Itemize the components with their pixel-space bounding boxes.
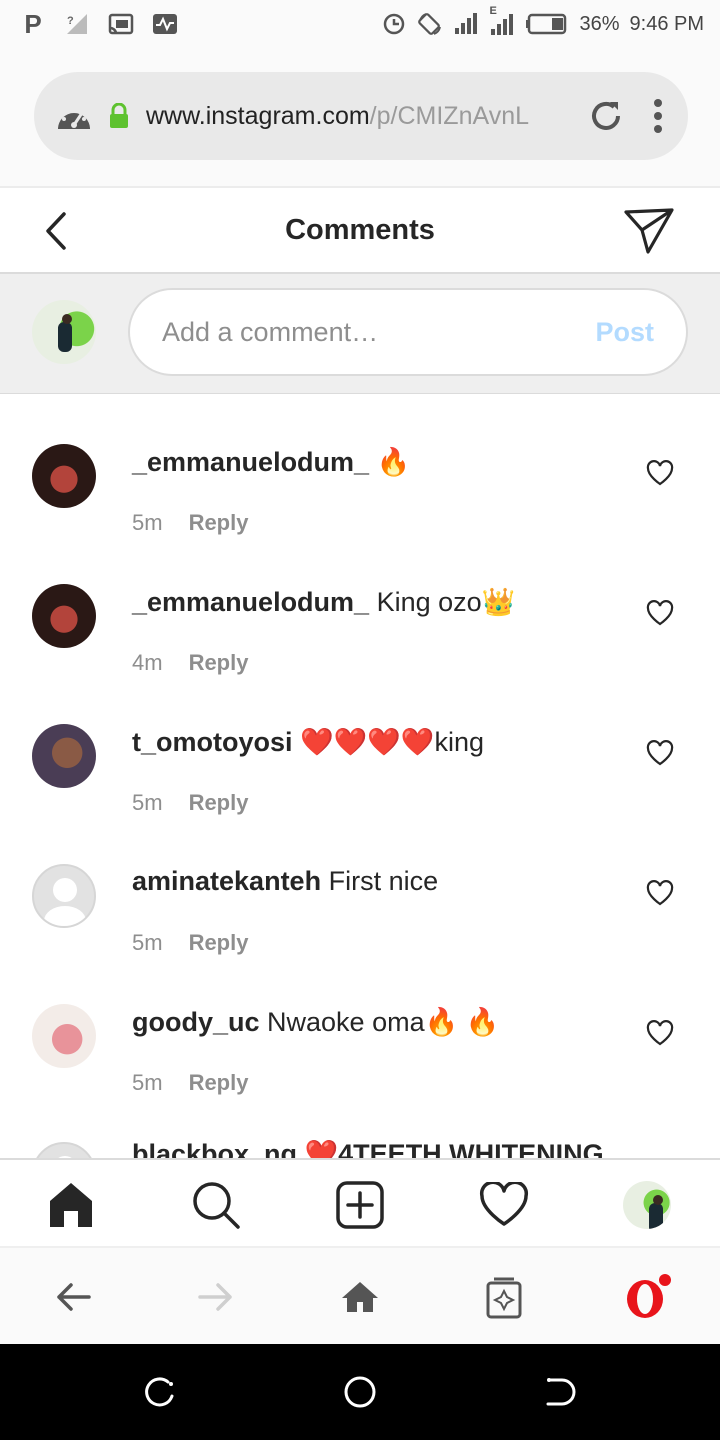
reply-button[interactable]: Reply xyxy=(189,930,249,956)
url-path: /p/CMIZnAvnL xyxy=(369,101,529,130)
reply-button[interactable]: Reply xyxy=(189,790,249,816)
browser-bottom-bar xyxy=(0,1248,720,1344)
back-chevron-icon[interactable] xyxy=(36,206,80,256)
address-bar[interactable]: www.instagram.com/p/CMIZnAvnL xyxy=(34,72,688,160)
comment-username[interactable]: t_omotoyosi xyxy=(132,727,293,757)
signal-e-icon: E xyxy=(489,5,515,37)
profile-avatar-image xyxy=(623,1181,671,1229)
status-bar: P ? E 36% 9:46 PM xyxy=(0,0,720,48)
search-icon[interactable] xyxy=(189,1178,243,1232)
like-heart-icon[interactable] xyxy=(646,460,674,486)
svg-text:?: ? xyxy=(67,15,74,27)
speed-dial-icon[interactable] xyxy=(52,94,96,138)
comment-item: t_omotoyosi ❤️❤️❤️❤️king 5m Reply xyxy=(0,674,720,816)
comment-username[interactable]: aminatekanteh xyxy=(132,866,321,896)
comment-item: aminatekanteh First nice 5m Reply xyxy=(0,814,720,956)
comment-time: 5m xyxy=(132,510,163,535)
comment-text: King ozo👑 xyxy=(376,587,516,617)
comment-time: 4m xyxy=(132,650,163,675)
home-icon[interactable] xyxy=(337,1274,383,1320)
comment-text: Nwaoke oma🔥 🔥 xyxy=(267,1007,500,1037)
page-title: Comments xyxy=(285,213,435,246)
comment-meta: 5m Reply xyxy=(132,790,248,816)
opera-logo-icon[interactable] xyxy=(625,1274,671,1320)
comment-line: goody_uc Nwaoke oma🔥 🔥 xyxy=(132,1006,499,1038)
like-heart-icon[interactable] xyxy=(646,1020,674,1046)
comment-time: 5m xyxy=(132,1070,163,1095)
avatar-dark[interactable] xyxy=(32,444,96,508)
url-text[interactable]: www.instagram.com/p/CMIZnAvnL xyxy=(146,102,556,131)
avatar-placeholder[interactable] xyxy=(32,864,96,928)
reply-button[interactable]: Reply xyxy=(189,650,249,676)
post-button[interactable]: Post xyxy=(595,317,654,348)
comment-cutoff: blackbox_ng ❤️4TEETH WHITENING xyxy=(132,1139,604,1158)
tabs-icon[interactable] xyxy=(481,1274,527,1320)
data-saver-icon xyxy=(381,11,407,37)
cast-icon xyxy=(108,11,134,37)
back-arrow-icon[interactable] xyxy=(50,1274,96,1320)
avatar-pink[interactable] xyxy=(32,1004,96,1068)
clock: 9:46 PM xyxy=(629,12,704,35)
no-signal-icon: ? xyxy=(64,11,90,37)
rotate-icon xyxy=(417,11,443,37)
avatar-placeholder[interactable] xyxy=(32,1142,96,1158)
recents-icon[interactable] xyxy=(142,1374,178,1410)
battery-percent: 36% xyxy=(579,12,620,35)
reply-button[interactable]: Reply xyxy=(189,510,249,536)
comment-text: First nice xyxy=(328,866,439,896)
network-type-label: E xyxy=(489,5,497,17)
comment-box: Post xyxy=(128,288,688,376)
signal-icon xyxy=(453,11,479,37)
comment-username[interactable]: _emmanuelodum_ xyxy=(132,587,369,617)
avatar-girl[interactable] xyxy=(32,724,96,788)
android-nav-bar xyxy=(0,1344,720,1440)
url-host: www.instagram.com xyxy=(146,101,370,130)
comment-meta: 5m Reply xyxy=(132,930,248,956)
lock-icon xyxy=(108,102,136,130)
comment-text: ❤️❤️❤️❤️king xyxy=(300,727,485,757)
share-send-icon[interactable] xyxy=(622,206,676,256)
reload-icon[interactable] xyxy=(586,96,626,136)
profile-avatar[interactable] xyxy=(620,1178,674,1232)
comment-item: _emmanuelodum_ King ozo👑 4m Reply xyxy=(0,534,720,676)
comment-composer: Post xyxy=(0,274,720,394)
back-icon[interactable] xyxy=(542,1374,578,1410)
comment-meta: 5m Reply xyxy=(132,1070,248,1096)
comment-meta: 4m Reply xyxy=(132,650,248,676)
like-heart-icon[interactable] xyxy=(646,740,674,766)
comment-time: 5m xyxy=(132,790,163,815)
comment-meta: 5m Reply xyxy=(132,510,248,536)
pulse-icon xyxy=(152,11,178,37)
p-app-icon: P xyxy=(24,8,42,39)
comment-item: _emmanuelodum_ 🔥 5m Reply xyxy=(0,394,720,536)
forward-arrow-icon[interactable] xyxy=(193,1274,239,1320)
browser-toolbar: www.instagram.com/p/CMIZnAvnL xyxy=(0,48,720,188)
comment-list: _emmanuelodum_ 🔥 5m Reply _emmanuelodum_… xyxy=(0,394,720,1158)
activity-heart-icon[interactable] xyxy=(477,1178,531,1232)
comment-time: 5m xyxy=(132,930,163,955)
comment-username[interactable]: goody_uc xyxy=(132,1007,260,1037)
comment-username[interactable]: _emmanuelodum_ xyxy=(132,447,369,477)
current-user-avatar xyxy=(32,300,96,364)
more-vert-icon[interactable] xyxy=(646,96,670,136)
like-heart-icon[interactable] xyxy=(646,600,674,626)
like-heart-icon[interactable] xyxy=(646,880,674,906)
battery-icon xyxy=(525,11,569,37)
home-circle-icon[interactable] xyxy=(342,1374,378,1410)
comment-line: aminatekanteh First nice xyxy=(132,866,438,897)
comment-input[interactable] xyxy=(162,316,596,348)
avatar-dark[interactable] xyxy=(32,584,96,648)
new-post-icon[interactable] xyxy=(333,1178,387,1232)
comments-header: Comments xyxy=(0,188,720,274)
comment-line: t_omotoyosi ❤️❤️❤️❤️king xyxy=(132,726,484,758)
comment-line: _emmanuelodum_ 🔥 xyxy=(132,446,410,478)
reply-button[interactable]: Reply xyxy=(189,1070,249,1096)
comment-line: _emmanuelodum_ King ozo👑 xyxy=(132,586,515,618)
comment-text: 🔥 xyxy=(376,447,411,477)
home-icon[interactable] xyxy=(44,1178,98,1232)
instagram-bottom-nav xyxy=(0,1158,720,1248)
comment-item: goody_uc Nwaoke oma🔥 🔥 5m Reply xyxy=(0,954,720,1096)
